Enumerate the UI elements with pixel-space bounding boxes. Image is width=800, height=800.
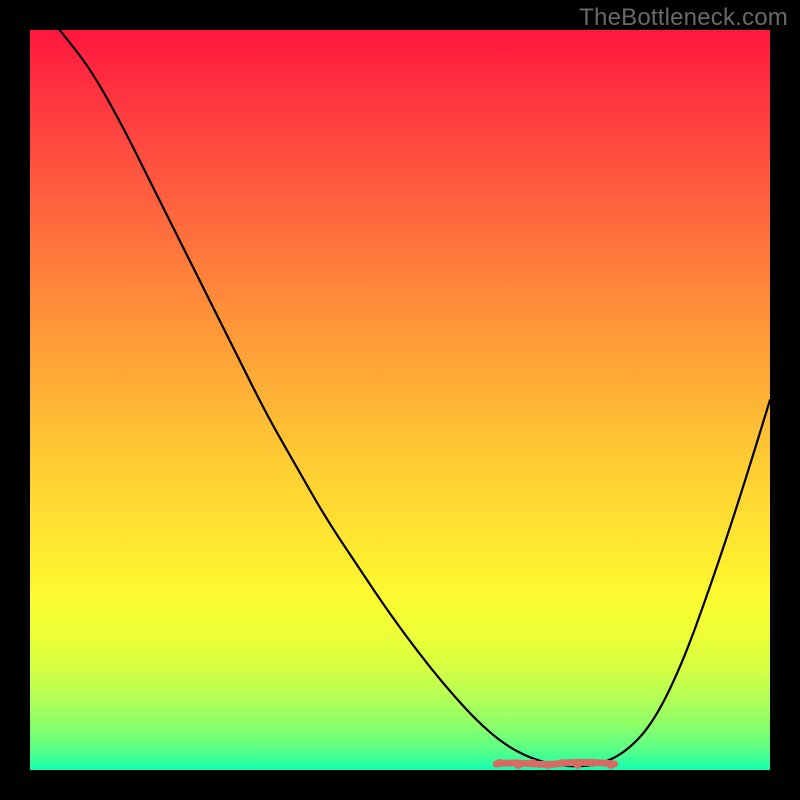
watermark-text: TheBottleneck.com xyxy=(579,4,788,32)
optimal-dot xyxy=(529,759,537,767)
plot-area xyxy=(30,30,770,770)
optimal-range-bar xyxy=(496,763,614,765)
chart-frame: TheBottleneck.com xyxy=(0,0,800,800)
optimal-dot xyxy=(514,761,522,769)
optimal-dot xyxy=(588,759,596,767)
optimal-dot xyxy=(496,759,504,767)
optimal-dot xyxy=(559,759,567,767)
optimal-dot xyxy=(544,761,552,769)
optimal-dot xyxy=(607,761,615,769)
optimal-dot xyxy=(574,761,582,769)
bottleneck-curve xyxy=(60,30,770,766)
curve-svg xyxy=(30,30,770,770)
